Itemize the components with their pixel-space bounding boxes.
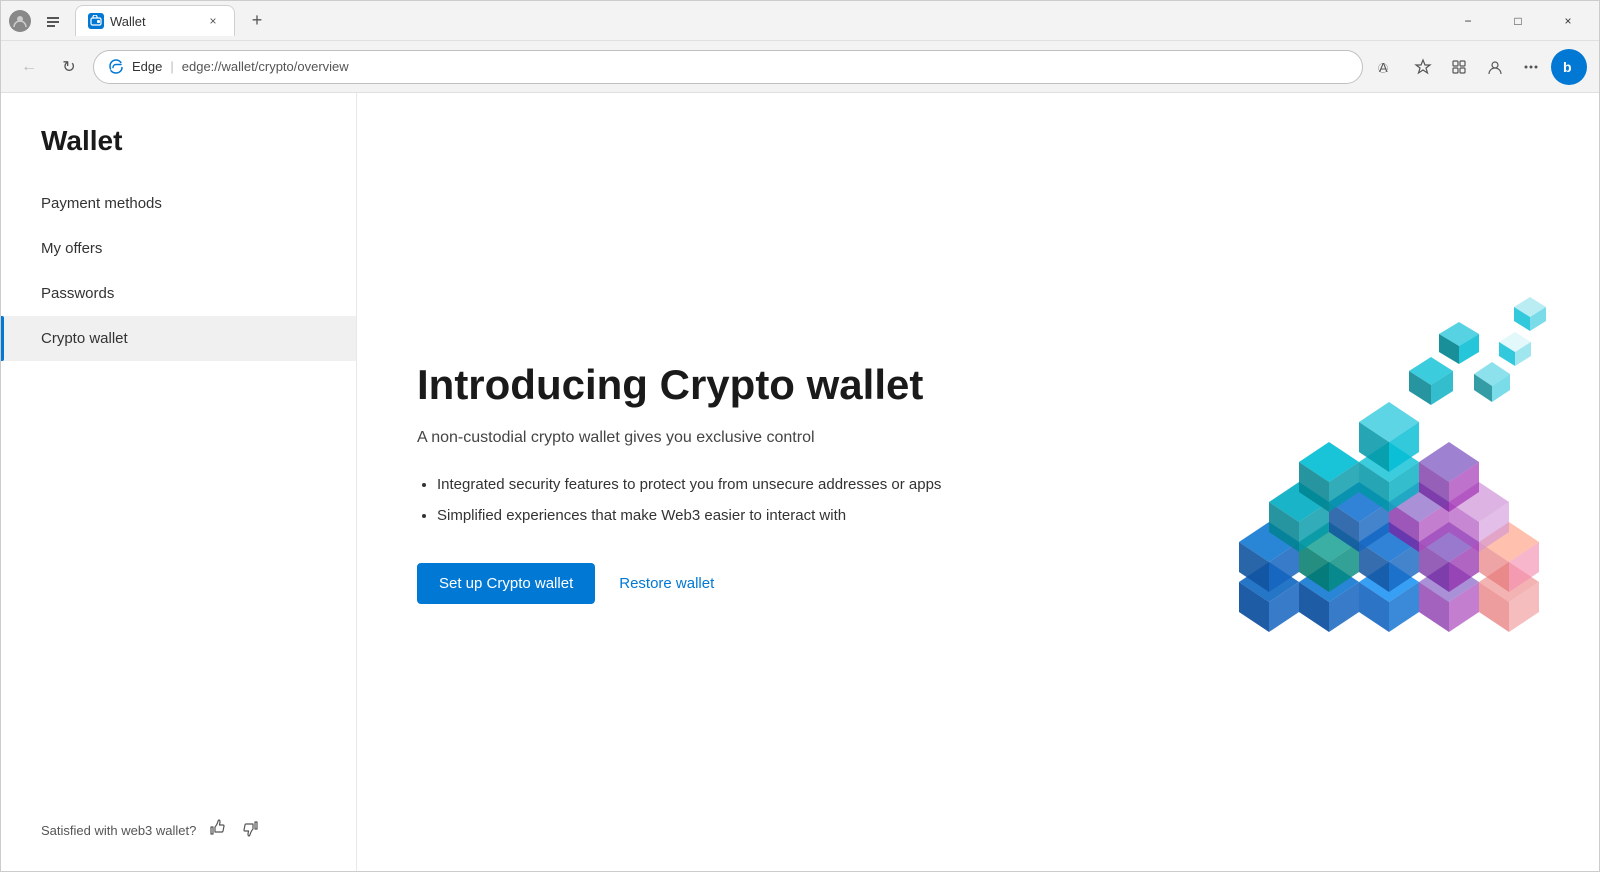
- address-bar[interactable]: Edge | edge://wallet/crypto/overview: [93, 50, 1363, 84]
- page-content: Wallet Payment methods My offers Passwor…: [1, 93, 1599, 871]
- sidebar-title: Wallet: [1, 93, 356, 181]
- close-button[interactable]: ×: [1545, 5, 1591, 37]
- back-button[interactable]: ←: [13, 51, 45, 83]
- browser-window: Wallet × + − □ × ← ↻ Edge | edge://walle…: [0, 0, 1600, 872]
- address-brand: Edge: [132, 59, 162, 74]
- window-controls: − □ ×: [1445, 5, 1591, 37]
- main-subtitle: A non-custodial crypto wallet gives you …: [417, 426, 977, 450]
- tab-wallet-title: Wallet: [110, 14, 198, 29]
- profile-icon[interactable]: [9, 10, 31, 32]
- favorites-button[interactable]: [1407, 51, 1439, 83]
- address-bar-row: ← ↻ Edge | edge://wallet/crypto/overview…: [1, 41, 1599, 93]
- tab-wallet-icon: [88, 13, 104, 29]
- maximize-button[interactable]: □: [1495, 5, 1541, 37]
- sidebar-item-passwords[interactable]: Passwords: [1, 271, 356, 316]
- satisfaction-label: Satisfied with web3 wallet?: [41, 823, 196, 838]
- sidebar-nav: Payment methods My offers Passwords Cryp…: [1, 181, 356, 361]
- sidebar: Wallet Payment methods My offers Passwor…: [1, 93, 357, 871]
- refresh-button[interactable]: ↻: [53, 51, 85, 83]
- sidebar-item-crypto-wallet[interactable]: Crypto wallet: [1, 316, 356, 361]
- restore-wallet-link[interactable]: Restore wallet: [619, 575, 714, 592]
- feature-list: Integrated security features to protect …: [417, 474, 977, 527]
- setup-crypto-wallet-button[interactable]: Set up Crypto wallet: [417, 563, 595, 604]
- feature-item-2: Simplified experiences that make Web3 ea…: [437, 505, 977, 528]
- tab-wallet[interactable]: Wallet ×: [75, 5, 235, 36]
- sidebar-item-my-offers[interactable]: My offers: [1, 226, 356, 271]
- action-buttons: Set up Crypto wallet Restore wallet: [417, 563, 977, 604]
- main-area: Introducing Crypto wallet A non-custodia…: [357, 93, 1599, 871]
- thumbs-down-icon[interactable]: [240, 818, 260, 843]
- thumbs-up-icon[interactable]: [208, 818, 228, 843]
- more-button[interactable]: [1515, 51, 1547, 83]
- sidebar-footer: Satisfied with web3 wallet?: [1, 798, 356, 871]
- bing-button[interactable]: b: [1551, 49, 1587, 85]
- tab-close-button[interactable]: ×: [204, 12, 222, 30]
- edge-logo-icon: [108, 59, 124, 75]
- tab-list-button[interactable]: [39, 7, 67, 35]
- sidebar-item-payment-methods[interactable]: Payment methods: [1, 181, 356, 226]
- read-aloud-button[interactable]: A⃝: [1371, 51, 1403, 83]
- minimize-button[interactable]: −: [1445, 5, 1491, 37]
- title-bar: Wallet × + − □ ×: [1, 1, 1599, 41]
- profile-button[interactable]: [1479, 51, 1511, 83]
- main-heading: Introducing Crypto wallet: [417, 360, 977, 410]
- address-separator: |: [170, 59, 173, 74]
- cubes-svg: [1159, 272, 1579, 692]
- collections-button[interactable]: [1443, 51, 1475, 83]
- svg-text:A: A: [1379, 60, 1388, 75]
- crypto-illustration: [1159, 272, 1559, 692]
- feature-item-1: Integrated security features to protect …: [437, 474, 977, 497]
- address-url: edge://wallet/crypto/overview: [182, 59, 349, 74]
- svg-text:b: b: [1563, 59, 1572, 75]
- content-left: Introducing Crypto wallet A non-custodia…: [417, 360, 977, 604]
- new-tab-button[interactable]: +: [243, 7, 271, 35]
- toolbar-icons: A⃝ b: [1371, 49, 1587, 85]
